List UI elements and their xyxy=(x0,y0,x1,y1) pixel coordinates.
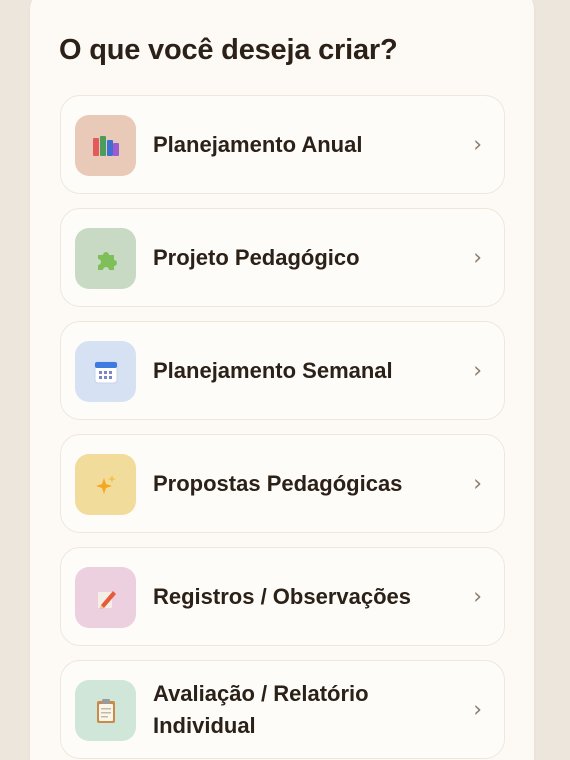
chevron-right-icon: › xyxy=(473,132,482,157)
option-label: Propostas Pedagógicas xyxy=(153,470,403,496)
chevron-right-icon: › xyxy=(473,471,482,496)
clipboard-icon xyxy=(75,680,136,741)
page: O que você deseja criar? Planejamento An… xyxy=(0,0,570,760)
chevron-right-icon: › xyxy=(473,584,482,609)
option-label: Planejamento Semanal xyxy=(153,357,393,383)
option-registros-observacoes[interactable]: Registros / Observações › xyxy=(60,547,505,646)
books-icon xyxy=(75,115,136,176)
option-label: Avaliação / Relatório Individual xyxy=(153,680,369,738)
puzzle-icon xyxy=(75,228,136,289)
chevron-right-icon: › xyxy=(473,358,482,383)
option-label: Projeto Pedagógico xyxy=(153,244,360,270)
calendar-icon xyxy=(75,341,136,402)
option-projeto-pedagogico[interactable]: Projeto Pedagógico › xyxy=(60,208,505,307)
chevron-right-icon: › xyxy=(473,245,482,270)
option-avaliacao-relatorio[interactable]: Avaliação / Relatório Individual › xyxy=(60,660,505,759)
pencil-icon xyxy=(75,567,136,628)
option-propostas-pedagogicas[interactable]: Propostas Pedagógicas › xyxy=(60,434,505,533)
option-label: Planejamento Anual xyxy=(153,131,363,157)
options-list: Planejamento Anual › Projeto Pedagógico … xyxy=(60,95,505,760)
option-label: Registros / Observações xyxy=(153,583,412,609)
option-planejamento-anual[interactable]: Planejamento Anual › xyxy=(60,95,505,194)
sparkles-icon xyxy=(75,454,136,515)
page-title: O que você deseja criar? xyxy=(59,34,398,66)
option-planejamento-semanal[interactable]: Planejamento Semanal › xyxy=(60,321,505,420)
chevron-right-icon: › xyxy=(473,697,482,722)
